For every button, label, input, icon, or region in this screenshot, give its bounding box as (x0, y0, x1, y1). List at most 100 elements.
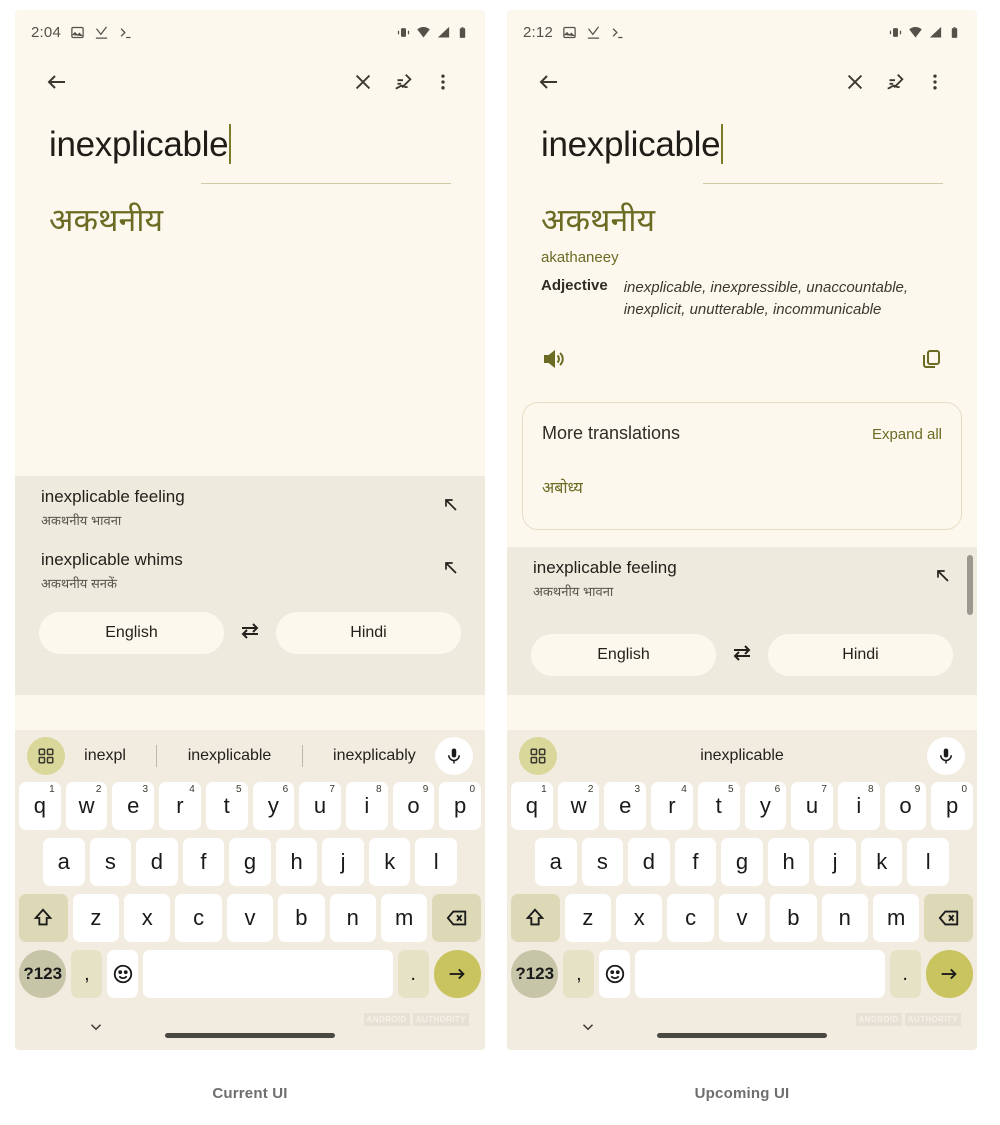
handwriting-icon[interactable] (875, 71, 915, 93)
enter-arrow-icon[interactable] (433, 950, 481, 998)
key-e[interactable]: 3e (604, 782, 647, 830)
list-item[interactable]: inexplicable feeling अकथनीय भावना (15, 476, 485, 539)
key-j[interactable]: j (814, 838, 856, 886)
key-q[interactable]: 1q (18, 782, 61, 830)
emoji-icon[interactable] (107, 950, 139, 998)
key-b[interactable]: b (278, 894, 325, 942)
insert-arrow-icon[interactable] (441, 495, 461, 520)
shift-icon[interactable] (511, 894, 560, 942)
insert-arrow-icon[interactable] (933, 566, 953, 591)
key-t[interactable]: 5t (205, 782, 248, 830)
overflow-menu-icon[interactable] (423, 72, 463, 92)
key-u[interactable]: 7u (299, 782, 341, 830)
key-p[interactable]: 0p (931, 782, 974, 830)
handwriting-icon[interactable] (383, 71, 423, 93)
copy-icon[interactable] (919, 347, 943, 376)
key-a[interactable]: a (42, 838, 85, 886)
gesture-bar[interactable] (165, 1033, 335, 1038)
key-p[interactable]: 0p (439, 782, 482, 830)
comma-key[interactable]: , (71, 950, 103, 998)
chevron-down-icon[interactable] (579, 1018, 597, 1041)
back-arrow-icon[interactable] (529, 70, 569, 94)
target-language-pill[interactable]: Hindi (276, 612, 461, 655)
key-c[interactable]: c (175, 894, 222, 942)
key-t[interactable]: 5t (697, 782, 740, 830)
key-b[interactable]: b (770, 894, 817, 942)
key-h[interactable]: h (767, 838, 810, 886)
space-key[interactable] (143, 950, 393, 998)
list-item[interactable]: inexplicable whims अकथनीय सनकें (15, 539, 485, 602)
chevron-down-icon[interactable] (87, 1018, 105, 1041)
keyboard-suggestion[interactable]: inexplicable (692, 747, 792, 765)
emoji-icon[interactable] (599, 950, 631, 998)
overflow-menu-icon[interactable] (915, 72, 955, 92)
list-item[interactable]: inexplicable feeling अकथनीय भावना (507, 547, 977, 610)
keyboard-switch-icon[interactable] (519, 737, 557, 775)
key-w[interactable]: 2w (557, 782, 600, 830)
key-s[interactable]: s (581, 838, 624, 886)
key-g[interactable]: g (721, 838, 763, 886)
key-z[interactable]: z (564, 894, 612, 942)
source-language-pill[interactable]: English (39, 612, 224, 655)
back-arrow-icon[interactable] (37, 70, 77, 94)
backspace-icon[interactable] (432, 894, 481, 942)
key-f[interactable]: f (674, 838, 717, 886)
gesture-bar[interactable] (657, 1033, 827, 1038)
key-r[interactable]: 4r (651, 782, 693, 830)
source-language-pill[interactable]: English (531, 634, 716, 677)
key-j[interactable]: j (322, 838, 364, 886)
key-e[interactable]: 3e (112, 782, 155, 830)
speaker-icon[interactable] (541, 347, 565, 376)
keyboard-suggestion[interactable]: inexplicable (180, 747, 280, 765)
key-d[interactable]: d (136, 838, 178, 886)
space-key[interactable] (635, 950, 885, 998)
backspace-icon[interactable] (924, 894, 973, 942)
key-h[interactable]: h (275, 838, 318, 886)
more-translations-card[interactable]: More translations Expand all अबोध्य (522, 401, 962, 530)
key-l[interactable]: l (415, 838, 458, 886)
key-r[interactable]: 4r (159, 782, 201, 830)
close-icon[interactable] (343, 71, 383, 93)
shift-icon[interactable] (19, 894, 68, 942)
key-z[interactable]: z (72, 894, 120, 942)
enter-arrow-icon[interactable] (925, 950, 973, 998)
source-text-area[interactable]: inexplicable (15, 110, 485, 165)
insert-arrow-icon[interactable] (441, 558, 461, 583)
key-i[interactable]: 8i (345, 782, 388, 830)
close-icon[interactable] (835, 71, 875, 93)
key-v[interactable]: v (718, 894, 766, 942)
microphone-icon[interactable] (435, 737, 473, 775)
key-v[interactable]: v (226, 894, 274, 942)
key-o[interactable]: 9o (392, 782, 435, 830)
key-l[interactable]: l (907, 838, 950, 886)
key-s[interactable]: s (89, 838, 132, 886)
key-i[interactable]: 8i (837, 782, 880, 830)
microphone-icon[interactable] (927, 737, 965, 775)
key-w[interactable]: 2w (65, 782, 108, 830)
comma-key[interactable]: , (563, 950, 595, 998)
key-a[interactable]: a (534, 838, 577, 886)
key-x[interactable]: x (124, 894, 171, 942)
key-n[interactable]: n (329, 894, 376, 942)
source-text-area[interactable]: inexplicable (507, 110, 977, 165)
key-u[interactable]: 7u (791, 782, 833, 830)
period-key[interactable]: . (889, 950, 921, 998)
key-o[interactable]: 9o (884, 782, 927, 830)
swap-languages-icon[interactable] (238, 619, 262, 648)
key-k[interactable]: k (860, 838, 903, 886)
keyboard-switch-icon[interactable] (27, 737, 65, 775)
swap-languages-icon[interactable] (730, 641, 754, 670)
key-c[interactable]: c (667, 894, 714, 942)
key-n[interactable]: n (821, 894, 868, 942)
key-f[interactable]: f (182, 838, 225, 886)
key-d[interactable]: d (628, 838, 670, 886)
symbols-key[interactable]: ?123 (511, 950, 559, 998)
key-g[interactable]: g (229, 838, 271, 886)
target-language-pill[interactable]: Hindi (768, 634, 953, 677)
key-k[interactable]: k (368, 838, 411, 886)
keyboard-suggestion[interactable]: inexpl (76, 747, 134, 765)
key-m[interactable]: m (872, 894, 920, 942)
key-q[interactable]: 1q (510, 782, 553, 830)
symbols-key[interactable]: ?123 (19, 950, 67, 998)
scrollbar-thumb[interactable] (967, 555, 973, 615)
